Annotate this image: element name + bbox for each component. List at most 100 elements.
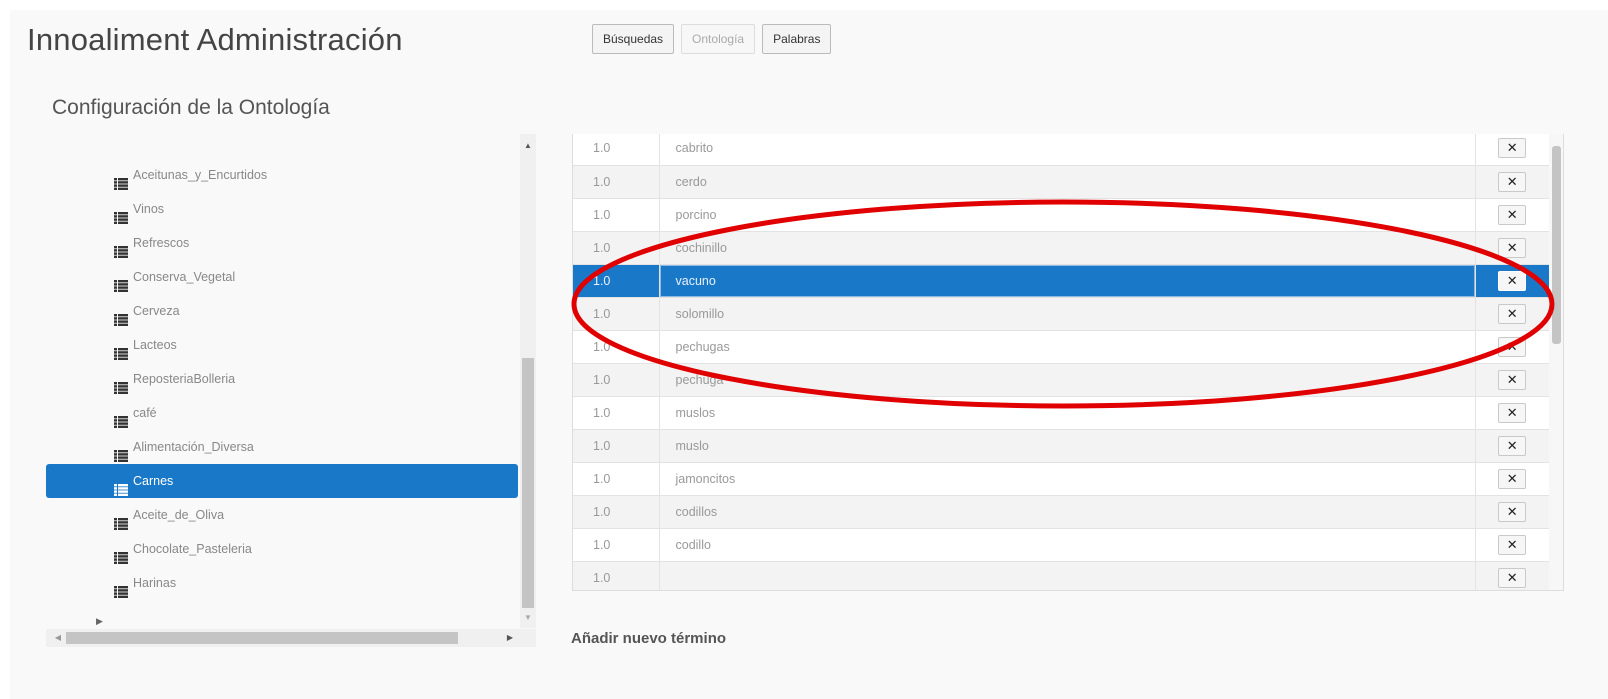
term-text[interactable]: pechuga (659, 363, 1476, 397)
close-icon: ✕ (1506, 338, 1518, 354)
term-text[interactable] (659, 561, 1476, 590)
scroll-right-arrow-icon[interactable]: ▶ (502, 629, 518, 647)
tree-item[interactable]: Aceitunas_y_Encurtidos (46, 158, 518, 192)
delete-term-button[interactable]: ✕ (1498, 270, 1527, 291)
term-weight[interactable]: 1.0 (573, 297, 660, 331)
nav-palabras-button[interactable]: Palabras (762, 24, 832, 54)
list-icon (114, 271, 128, 292)
term-weight[interactable]: 1.0 (573, 363, 660, 397)
nav-ontologia-button: Ontología (681, 24, 756, 54)
term-weight[interactable]: 1.0 (573, 495, 660, 529)
table-row[interactable]: 1.0 porcino ✕ (573, 198, 1549, 232)
tree-item[interactable]: Vinos (46, 192, 518, 226)
tree-item[interactable]: Cerveza (46, 294, 518, 328)
term-weight[interactable]: 1.0 (573, 396, 660, 430)
tree-item[interactable]: Carnes (46, 464, 518, 498)
tree-item-label: Aceitunas_y_Encurtidos (133, 168, 268, 182)
tree-item[interactable]: ReposteriaBolleria (46, 362, 518, 396)
term-text[interactable]: cabrito (659, 134, 1476, 166)
term-text[interactable]: cerdo (659, 165, 1476, 199)
term-action-cell: ✕ (1475, 396, 1549, 430)
term-text[interactable]: cochinillo (659, 231, 1476, 265)
tree-item[interactable]: Lacteos (46, 328, 518, 362)
table-row[interactable]: 1.0 solomillo ✕ (573, 297, 1549, 331)
delete-term-button[interactable]: ✕ (1498, 336, 1527, 357)
delete-term-button[interactable]: ✕ (1498, 204, 1527, 225)
tree-item[interactable]: Refrescos (46, 226, 518, 260)
tree-horizontal-scrollbar[interactable]: ◀ ▶ (46, 629, 536, 647)
close-icon: ✕ (1506, 272, 1518, 288)
list-icon (114, 543, 128, 564)
term-weight[interactable]: 1.0 (573, 528, 660, 562)
terms-vertical-scrollbar[interactable] (1549, 134, 1563, 590)
term-weight[interactable]: 1.0 (573, 231, 660, 265)
term-weight[interactable]: 1.0 (573, 165, 660, 199)
tree-vertical-scrollbar[interactable]: ▲ ▼ (520, 134, 536, 628)
table-row[interactable]: 1.0 cerdo ✕ (573, 165, 1549, 199)
delete-term-button[interactable]: ✕ (1498, 501, 1527, 522)
caret-right-icon[interactable]: ▶ (96, 617, 104, 626)
delete-term-button[interactable]: ✕ (1498, 303, 1527, 324)
table-row[interactable]: 1.0 cabrito ✕ (573, 134, 1549, 166)
delete-term-button[interactable]: ✕ (1498, 435, 1527, 456)
term-text[interactable]: porcino (659, 198, 1476, 232)
term-weight[interactable]: 1.0 (573, 264, 660, 298)
delete-term-button[interactable]: ✕ (1498, 171, 1527, 192)
scroll-down-arrow-icon[interactable]: ▼ (520, 610, 536, 626)
table-row[interactable]: 1.0 ✕ (573, 561, 1549, 590)
delete-term-button[interactable]: ✕ (1498, 402, 1527, 423)
terms-table: 1.0 cabrito ✕ 1.0 cerdo ✕ 1.0 porcino ✕ 1.0 cochin… (573, 134, 1549, 590)
tree-vertical-scroll-thumb[interactable] (522, 358, 534, 608)
term-weight[interactable]: 1.0 (573, 330, 660, 364)
tree-item-label: Aceite_de_Oliva (133, 508, 225, 522)
nav-busquedas-button[interactable]: Búsquedas (592, 24, 675, 54)
term-text[interactable]: solomillo (659, 297, 1476, 331)
term-text[interactable]: muslo (659, 429, 1476, 463)
term-weight[interactable]: 1.0 (573, 429, 660, 463)
term-text[interactable]: vacuno (659, 264, 1476, 298)
scroll-up-arrow-icon[interactable]: ▲ (520, 138, 536, 154)
table-row[interactable]: 1.0 vacuno ✕ (573, 264, 1549, 298)
tree-horizontal-scroll-thumb[interactable] (66, 632, 458, 644)
tree-item[interactable]: Harinas (46, 566, 518, 600)
list-icon (114, 441, 128, 462)
delete-term-button[interactable]: ✕ (1498, 567, 1527, 588)
table-row[interactable]: 1.0 jamoncitos ✕ (573, 462, 1549, 496)
tree-item[interactable]: café (46, 396, 518, 430)
term-action-cell: ✕ (1475, 330, 1549, 364)
table-row[interactable]: 1.0 pechugas ✕ (573, 330, 1549, 364)
term-weight[interactable]: 1.0 (573, 462, 660, 496)
table-row[interactable]: 1.0 codillos ✕ (573, 495, 1549, 529)
tree-item[interactable]: Chocolate_Pasteleria (46, 532, 518, 566)
term-text[interactable]: pechugas (659, 330, 1476, 364)
delete-term-button[interactable]: ✕ (1498, 138, 1527, 159)
tree-item[interactable]: Alimentación_Diversa (46, 430, 518, 464)
term-weight[interactable]: 1.0 (573, 134, 660, 166)
table-row[interactable]: 1.0 muslo ✕ (573, 429, 1549, 463)
delete-term-button[interactable]: ✕ (1498, 468, 1527, 489)
term-action-cell: ✕ (1475, 561, 1549, 590)
table-row[interactable]: 1.0 muslos ✕ (573, 396, 1549, 430)
tree-item-label: Cerveza (133, 304, 180, 318)
close-icon: ✕ (1506, 569, 1518, 585)
delete-term-button[interactable]: ✕ (1498, 534, 1527, 555)
term-text[interactable]: codillo (659, 528, 1476, 562)
close-icon: ✕ (1506, 470, 1518, 486)
tree-item[interactable]: Conserva_Vegetal (46, 260, 518, 294)
close-icon: ✕ (1506, 503, 1518, 519)
tree-item[interactable]: Aceite_de_Oliva (46, 498, 518, 532)
term-action-cell: ✕ (1475, 134, 1549, 166)
term-text[interactable]: muslos (659, 396, 1476, 430)
term-weight[interactable]: 1.0 (573, 561, 660, 590)
table-row[interactable]: 1.0 cochinillo ✕ (573, 231, 1549, 265)
scroll-left-arrow-icon[interactable]: ◀ (50, 629, 66, 647)
term-text[interactable]: jamoncitos (659, 462, 1476, 496)
term-action-cell: ✕ (1475, 264, 1549, 298)
delete-term-button[interactable]: ✕ (1498, 369, 1527, 390)
delete-term-button[interactable]: ✕ (1498, 237, 1527, 258)
table-row[interactable]: 1.0 codillo ✕ (573, 528, 1549, 562)
table-row[interactable]: 1.0 pechuga ✕ (573, 363, 1549, 397)
term-text[interactable]: codillos (659, 495, 1476, 529)
term-weight[interactable]: 1.0 (573, 198, 660, 232)
terms-vertical-scroll-thumb[interactable] (1552, 146, 1561, 344)
